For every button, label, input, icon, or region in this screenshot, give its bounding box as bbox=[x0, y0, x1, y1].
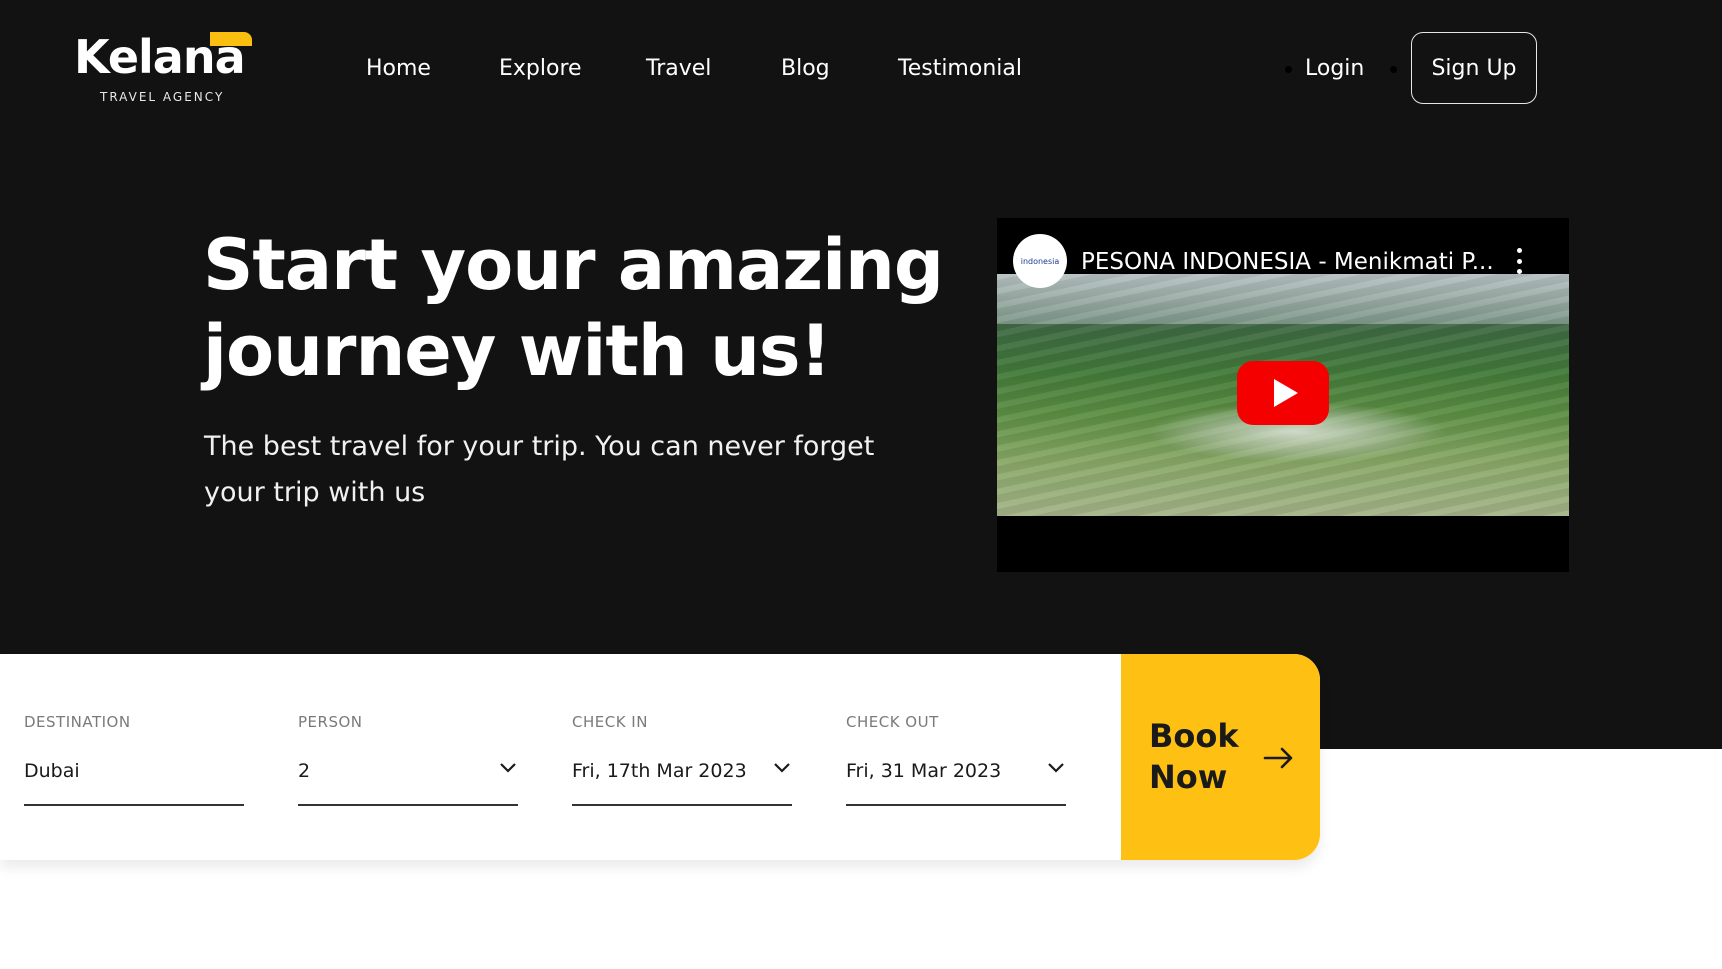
video-thumbnail[interactable] bbox=[997, 274, 1569, 516]
destination-input[interactable] bbox=[24, 748, 244, 806]
login-link[interactable]: Login bbox=[1305, 56, 1364, 81]
check-in-select[interactable] bbox=[572, 748, 792, 806]
check-out-label: CHECK OUT bbox=[846, 713, 939, 731]
brand-logo[interactable]: Kelana TRAVEL AGENCY bbox=[74, 30, 254, 110]
nav-item-blog[interactable]: Blog bbox=[781, 56, 830, 81]
logo-accent-shape bbox=[210, 32, 252, 46]
person-label: PERSON bbox=[298, 713, 363, 731]
play-icon[interactable] bbox=[1237, 361, 1329, 425]
field-underline bbox=[298, 804, 518, 806]
nav-dot-separator bbox=[1285, 66, 1292, 73]
kebab-dot bbox=[1517, 248, 1522, 253]
field-underline bbox=[846, 804, 1066, 806]
nav-item-home[interactable]: Home bbox=[366, 56, 431, 81]
video-embed[interactable]: indonesia PESONA INDONESIA - Menikmati P… bbox=[997, 218, 1569, 572]
brand-tagline: TRAVEL AGENCY bbox=[100, 90, 225, 104]
booking-bar: DESTINATION Dubai PERSON 2 CHECK IN Fri,… bbox=[0, 654, 1320, 860]
channel-avatar[interactable]: indonesia bbox=[1013, 234, 1067, 288]
person-select[interactable] bbox=[298, 748, 518, 806]
signup-button[interactable]: Sign Up bbox=[1411, 32, 1537, 104]
destination-label: DESTINATION bbox=[24, 713, 131, 731]
field-underline bbox=[24, 804, 244, 806]
video-title[interactable]: PESONA INDONESIA - Menikmati P... bbox=[1081, 249, 1501, 275]
book-now-button[interactable]: Book Now bbox=[1121, 654, 1320, 860]
hero-headline-line: Start your amazing bbox=[203, 224, 944, 306]
kebab-dot bbox=[1517, 258, 1522, 264]
book-now-line: Book bbox=[1149, 717, 1239, 755]
nav-item-testimonial[interactable]: Testimonial bbox=[898, 56, 1022, 81]
arrow-right-icon bbox=[1263, 747, 1293, 769]
field-underline bbox=[572, 804, 792, 806]
check-out-select[interactable] bbox=[846, 748, 1066, 806]
book-now-line: Now bbox=[1149, 758, 1228, 796]
hero-headline-line: journey with us! bbox=[203, 310, 832, 392]
hero-headline: Start your amazing journey with us! bbox=[203, 222, 963, 394]
book-now-label: Book Now bbox=[1149, 716, 1249, 798]
hero-subcopy: The best travel for your trip. You can n… bbox=[204, 431, 875, 508]
check-in-label: CHECK IN bbox=[572, 713, 648, 731]
play-triangle bbox=[1273, 379, 1298, 407]
nav-item-explore[interactable]: Explore bbox=[499, 56, 582, 81]
channel-name: indonesia bbox=[1020, 256, 1060, 266]
kebab-dot bbox=[1517, 269, 1522, 274]
chevron-down-icon[interactable] bbox=[498, 758, 518, 778]
nav-dot-separator bbox=[1390, 66, 1397, 73]
chevron-down-icon[interactable] bbox=[772, 758, 792, 778]
chevron-down-icon[interactable] bbox=[1046, 758, 1066, 778]
nav-item-travel[interactable]: Travel bbox=[646, 56, 711, 81]
more-options-icon[interactable] bbox=[1517, 248, 1523, 274]
